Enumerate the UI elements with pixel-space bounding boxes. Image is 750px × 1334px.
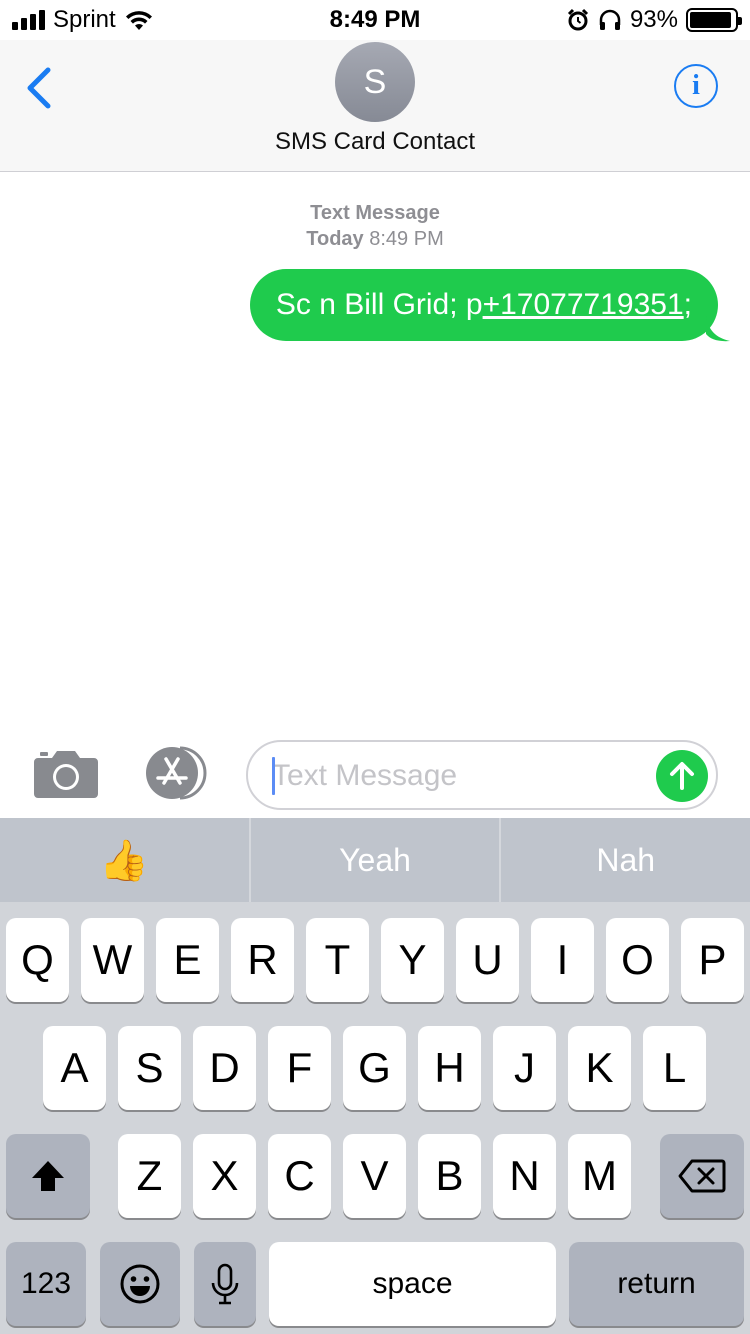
message-text: Sc n Bill Grid; p xyxy=(275,288,483,321)
service-label: Text Message xyxy=(310,202,440,224)
message-input[interactable] xyxy=(272,754,642,798)
info-icon: i xyxy=(692,70,700,101)
key-k[interactable]: K xyxy=(568,1026,631,1110)
message-meta: Text Message Today 8:49 PM xyxy=(0,200,750,252)
suggestion-thumbs-up[interactable]: 👍 xyxy=(0,818,249,902)
status-bar: Sprint 8:49 PM 93% xyxy=(0,0,750,40)
text-cursor xyxy=(272,757,275,795)
timestamp: Today 8:49 PM xyxy=(0,226,750,252)
phone-link[interactable]: +17077719351 xyxy=(483,288,684,322)
emoji-key[interactable] xyxy=(100,1242,180,1326)
keyboard: 👍 Yeah Nah Q W E R T Y U I O P A S D F G… xyxy=(0,818,750,1334)
delete-key[interactable] xyxy=(660,1134,744,1218)
key-h[interactable]: H xyxy=(418,1026,481,1110)
message-text-end: ; xyxy=(683,288,692,321)
return-key[interactable]: return xyxy=(569,1242,744,1326)
thumbs-up-icon: 👍 xyxy=(99,838,150,883)
chevron-left-icon xyxy=(27,67,51,109)
shift-key[interactable] xyxy=(6,1134,90,1218)
status-right: 93% xyxy=(566,6,742,34)
outgoing-message-bubble[interactable]: Sc n Bill Grid; p +17077719351 ; xyxy=(249,269,718,341)
key-j[interactable]: J xyxy=(493,1026,556,1110)
key-g[interactable]: G xyxy=(343,1026,406,1110)
key-r[interactable]: R xyxy=(231,918,294,1002)
key-p[interactable]: P xyxy=(681,918,744,1002)
conversation-header: S SMS Card Contact i xyxy=(0,40,750,172)
key-t[interactable]: T xyxy=(306,918,369,1002)
emoji-icon xyxy=(120,1264,160,1304)
key-v[interactable]: V xyxy=(343,1134,406,1218)
contact-name[interactable]: SMS Card Contact xyxy=(0,128,750,156)
bubble-tail xyxy=(706,316,730,342)
app-store-icon xyxy=(146,746,207,800)
battery-percent: 93% xyxy=(629,6,678,33)
camera-button[interactable] xyxy=(34,748,98,798)
numbers-key[interactable]: 123 xyxy=(6,1242,86,1326)
camera-icon xyxy=(34,751,98,798)
battery-level xyxy=(690,12,731,28)
key-s[interactable]: S xyxy=(118,1026,181,1110)
time-label: 8:49 PM xyxy=(369,228,444,250)
key-u[interactable]: U xyxy=(456,918,519,1002)
key-c[interactable]: C xyxy=(268,1134,331,1218)
key-m[interactable]: M xyxy=(568,1134,631,1218)
key-d[interactable]: D xyxy=(193,1026,256,1110)
back-button[interactable] xyxy=(20,64,60,112)
predictive-bar: 👍 Yeah Nah xyxy=(0,818,750,902)
dictation-key[interactable] xyxy=(194,1242,256,1326)
key-b[interactable]: B xyxy=(418,1134,481,1218)
delete-icon xyxy=(678,1159,726,1193)
key-f[interactable]: F xyxy=(268,1026,331,1110)
key-w[interactable]: W xyxy=(81,918,144,1002)
app-store-button[interactable] xyxy=(140,746,212,800)
space-key[interactable]: space xyxy=(269,1242,556,1326)
key-z[interactable]: Z xyxy=(118,1134,181,1218)
key-o[interactable]: O xyxy=(606,918,669,1002)
suggestion-yeah[interactable]: Yeah xyxy=(248,818,500,902)
key-e[interactable]: E xyxy=(156,918,219,1002)
key-y[interactable]: Y xyxy=(381,918,444,1002)
key-i[interactable]: I xyxy=(531,918,594,1002)
shift-icon xyxy=(32,1161,64,1191)
key-q[interactable]: Q xyxy=(6,918,69,1002)
send-button[interactable] xyxy=(656,750,708,802)
key-n[interactable]: N xyxy=(493,1134,556,1218)
suggestion-nah[interactable]: Nah xyxy=(499,818,750,902)
contact-avatar[interactable]: S xyxy=(335,42,415,122)
headphones-icon xyxy=(599,9,621,30)
microphone-icon xyxy=(211,1263,239,1305)
key-x[interactable]: X xyxy=(193,1134,256,1218)
key-l[interactable]: L xyxy=(643,1026,706,1110)
key-a[interactable]: A xyxy=(43,1026,106,1110)
day-label: Today xyxy=(306,228,364,250)
message-input-container[interactable] xyxy=(246,740,718,810)
info-button[interactable]: i xyxy=(674,64,718,108)
arrow-up-icon xyxy=(670,762,694,790)
alarm-icon xyxy=(567,8,589,31)
battery-icon xyxy=(686,8,742,32)
